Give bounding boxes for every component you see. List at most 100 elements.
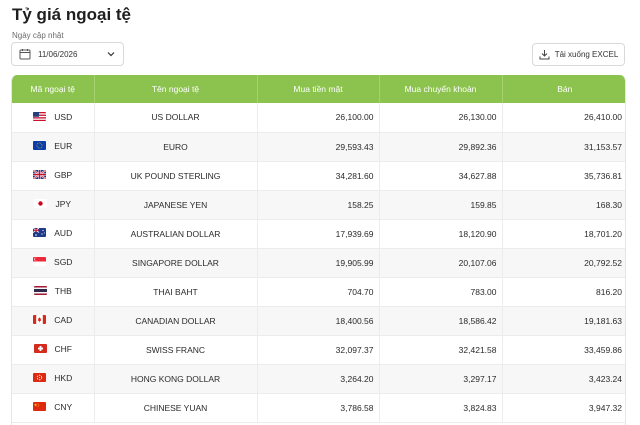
currency-name: UK POUND STERLING [94,161,258,191]
sell-rate: 33,459.86 [502,335,625,365]
table-row: GBP UK POUND STERLING 34,281.60 34,627.88 35… [12,161,625,191]
transfer-buy-rate: 18,586.42 [379,306,503,336]
currency-code: CHF [54,343,72,354]
currency-name: AUSTRALIAN DOLLAR [94,219,258,249]
transfer-buy-rate: 159.85 [379,190,503,220]
sell-rate: 3,947.32 [502,393,625,423]
currency-code: CAD [54,314,73,325]
header-currency-name: Tên ngoại tệ [94,75,258,103]
currency-code: JPY [55,198,72,209]
table-row: SGD SINGAPORE DOLLAR 19,905.99 20,107.06 20,… [12,248,625,278]
us-flag-icon [33,112,47,121]
currency-name: US DOLLAR [94,103,258,133]
currency-name: CANADIAN DOLLAR [94,306,258,336]
sg-flag-icon [33,257,47,267]
download-excel-label: Tải xuống EXCEL [554,50,619,59]
currency-code: SGD [54,256,73,267]
currency-code-cell: USD [12,103,95,133]
currency-code: AUD [54,227,73,238]
sell-rate: 31,153.57 [502,132,625,162]
currency-name: THAI BAHT [94,277,258,307]
chevron-down-icon [106,49,116,59]
currency-name: SINGAPORE DOLLAR [94,248,258,278]
currency-code-cell: AUD [12,219,95,249]
download-icon [539,49,550,60]
date-label: Ngày cập nhật [12,31,64,40]
table-row: USD US DOLLAR 26,100.00 26,130.00 26,410.00 [12,103,625,133]
gb-flag-icon [33,170,47,180]
currency-code: USD [54,111,73,122]
header-cash-buy: Mua tiền mặt [257,75,380,103]
sell-rate: 26,410.00 [502,103,625,133]
currency-code-cell: THB [12,277,95,307]
currency-code: CNY [54,401,73,412]
currency-code-cell: SGD [12,248,95,278]
download-excel-button[interactable]: Tải xuống EXCEL [532,43,625,66]
ca-flag-icon [33,315,47,325]
sell-rate: 35,736.81 [502,161,625,191]
cn-flag-icon [33,402,47,412]
cash-buy-rate: 19,905.99 [257,248,380,278]
th-flag-icon [33,286,47,296]
transfer-buy-rate: 29,892.36 [379,132,503,162]
date-picker[interactable]: 11/06/2026 [11,42,124,66]
currency-code-cell: JPY [12,190,95,220]
cash-buy-rate: 34,281.60 [257,161,380,191]
currency-code-cell: EUR [12,132,95,162]
sell-rate: 20,792.52 [502,248,625,278]
page-title: Tỷ giá ngoại tệ [12,5,132,24]
currency-code-cell: GBP [12,161,95,191]
currency-code-cell: CNY [12,393,95,423]
currency-code-cell: CHF [12,335,95,365]
transfer-buy-rate: 32,421.58 [379,335,503,365]
table-row: CAD CANADIAN DOLLAR 18,400.56 18,586.42 19,1… [12,306,625,336]
currency-name: CHINESE YUAN [94,393,258,423]
cash-buy-rate: 704.70 [257,277,380,307]
currency-code: HKD [54,372,73,383]
table-header-row: Mã ngoại tệ Tên ngoại tệ Mua tiền mặt Mu… [12,75,625,103]
sell-rate: 18,701.20 [502,219,625,249]
date-value: 11/06/2026 [38,49,78,59]
currency-code: THB [54,285,72,296]
currency-name: JAPANESE YEN [94,190,258,220]
table-row: CHF SWISS FRANC 32,097.37 32,421.58 33,459.8… [12,335,625,365]
sell-rate: 816.20 [502,277,625,307]
table-row: THB THAI BAHT 704.70 783.00 816.20 [12,277,625,307]
table-row: EUR EURO 29,593.43 29,892.36 31,153.57 [12,132,625,162]
hk-flag-icon [33,373,47,383]
header-currency-code: Mã ngoại tệ [12,75,95,103]
ch-flag-icon [33,344,47,354]
header-sell: Bán [502,75,625,103]
currency-code-cell: HKD [12,364,95,394]
transfer-buy-rate: 34,627.88 [379,161,503,191]
transfer-buy-rate: 783.00 [379,277,503,307]
currency-name: SWISS FRANC [94,335,258,365]
currency-code: EUR [54,140,73,151]
au-flag-icon [33,228,47,238]
transfer-buy-rate: 3,297.17 [379,364,503,394]
transfer-buy-rate: 3,824.83 [379,393,503,423]
table-row: CNY CHINESE YUAN 3,786.58 3,824.83 3,947.32 [12,393,625,423]
sell-rate: 3,423.24 [502,364,625,394]
cash-buy-rate: 158.25 [257,190,380,220]
transfer-buy-rate: 18,120.90 [379,219,503,249]
cash-buy-rate: 32,097.37 [257,335,380,365]
header-transfer-buy: Mua chuyển khoản [379,75,503,103]
cash-buy-rate: 29,593.43 [257,132,380,162]
cash-buy-rate: 3,264.20 [257,364,380,394]
cash-buy-rate: 26,100.00 [257,103,380,133]
cash-buy-rate: 18,400.56 [257,306,380,336]
sell-rate: 19,181.63 [502,306,625,336]
cash-buy-rate: 3,786.58 [257,393,380,423]
currency-name: EURO [94,132,258,162]
currency-code-cell: CAD [12,306,95,336]
transfer-buy-rate: 26,130.00 [379,103,503,133]
exchange-rate-table: Mã ngoại tệ Tên ngoại tệ Mua tiền mặt Mu… [11,75,626,425]
calendar-icon [19,48,31,60]
currency-name: HONG KONG DOLLAR [94,364,258,394]
table-row: AUD AUSTRALIAN DOLLAR 17,939.69 18,120.90 18… [12,219,625,249]
currency-code: GBP [54,169,73,180]
cash-buy-rate: 17,939.69 [257,219,380,249]
table-row: JPY JAPANESE YEN 158.25 159.85 168.30 [12,190,625,220]
eu-flag-icon [33,141,47,151]
